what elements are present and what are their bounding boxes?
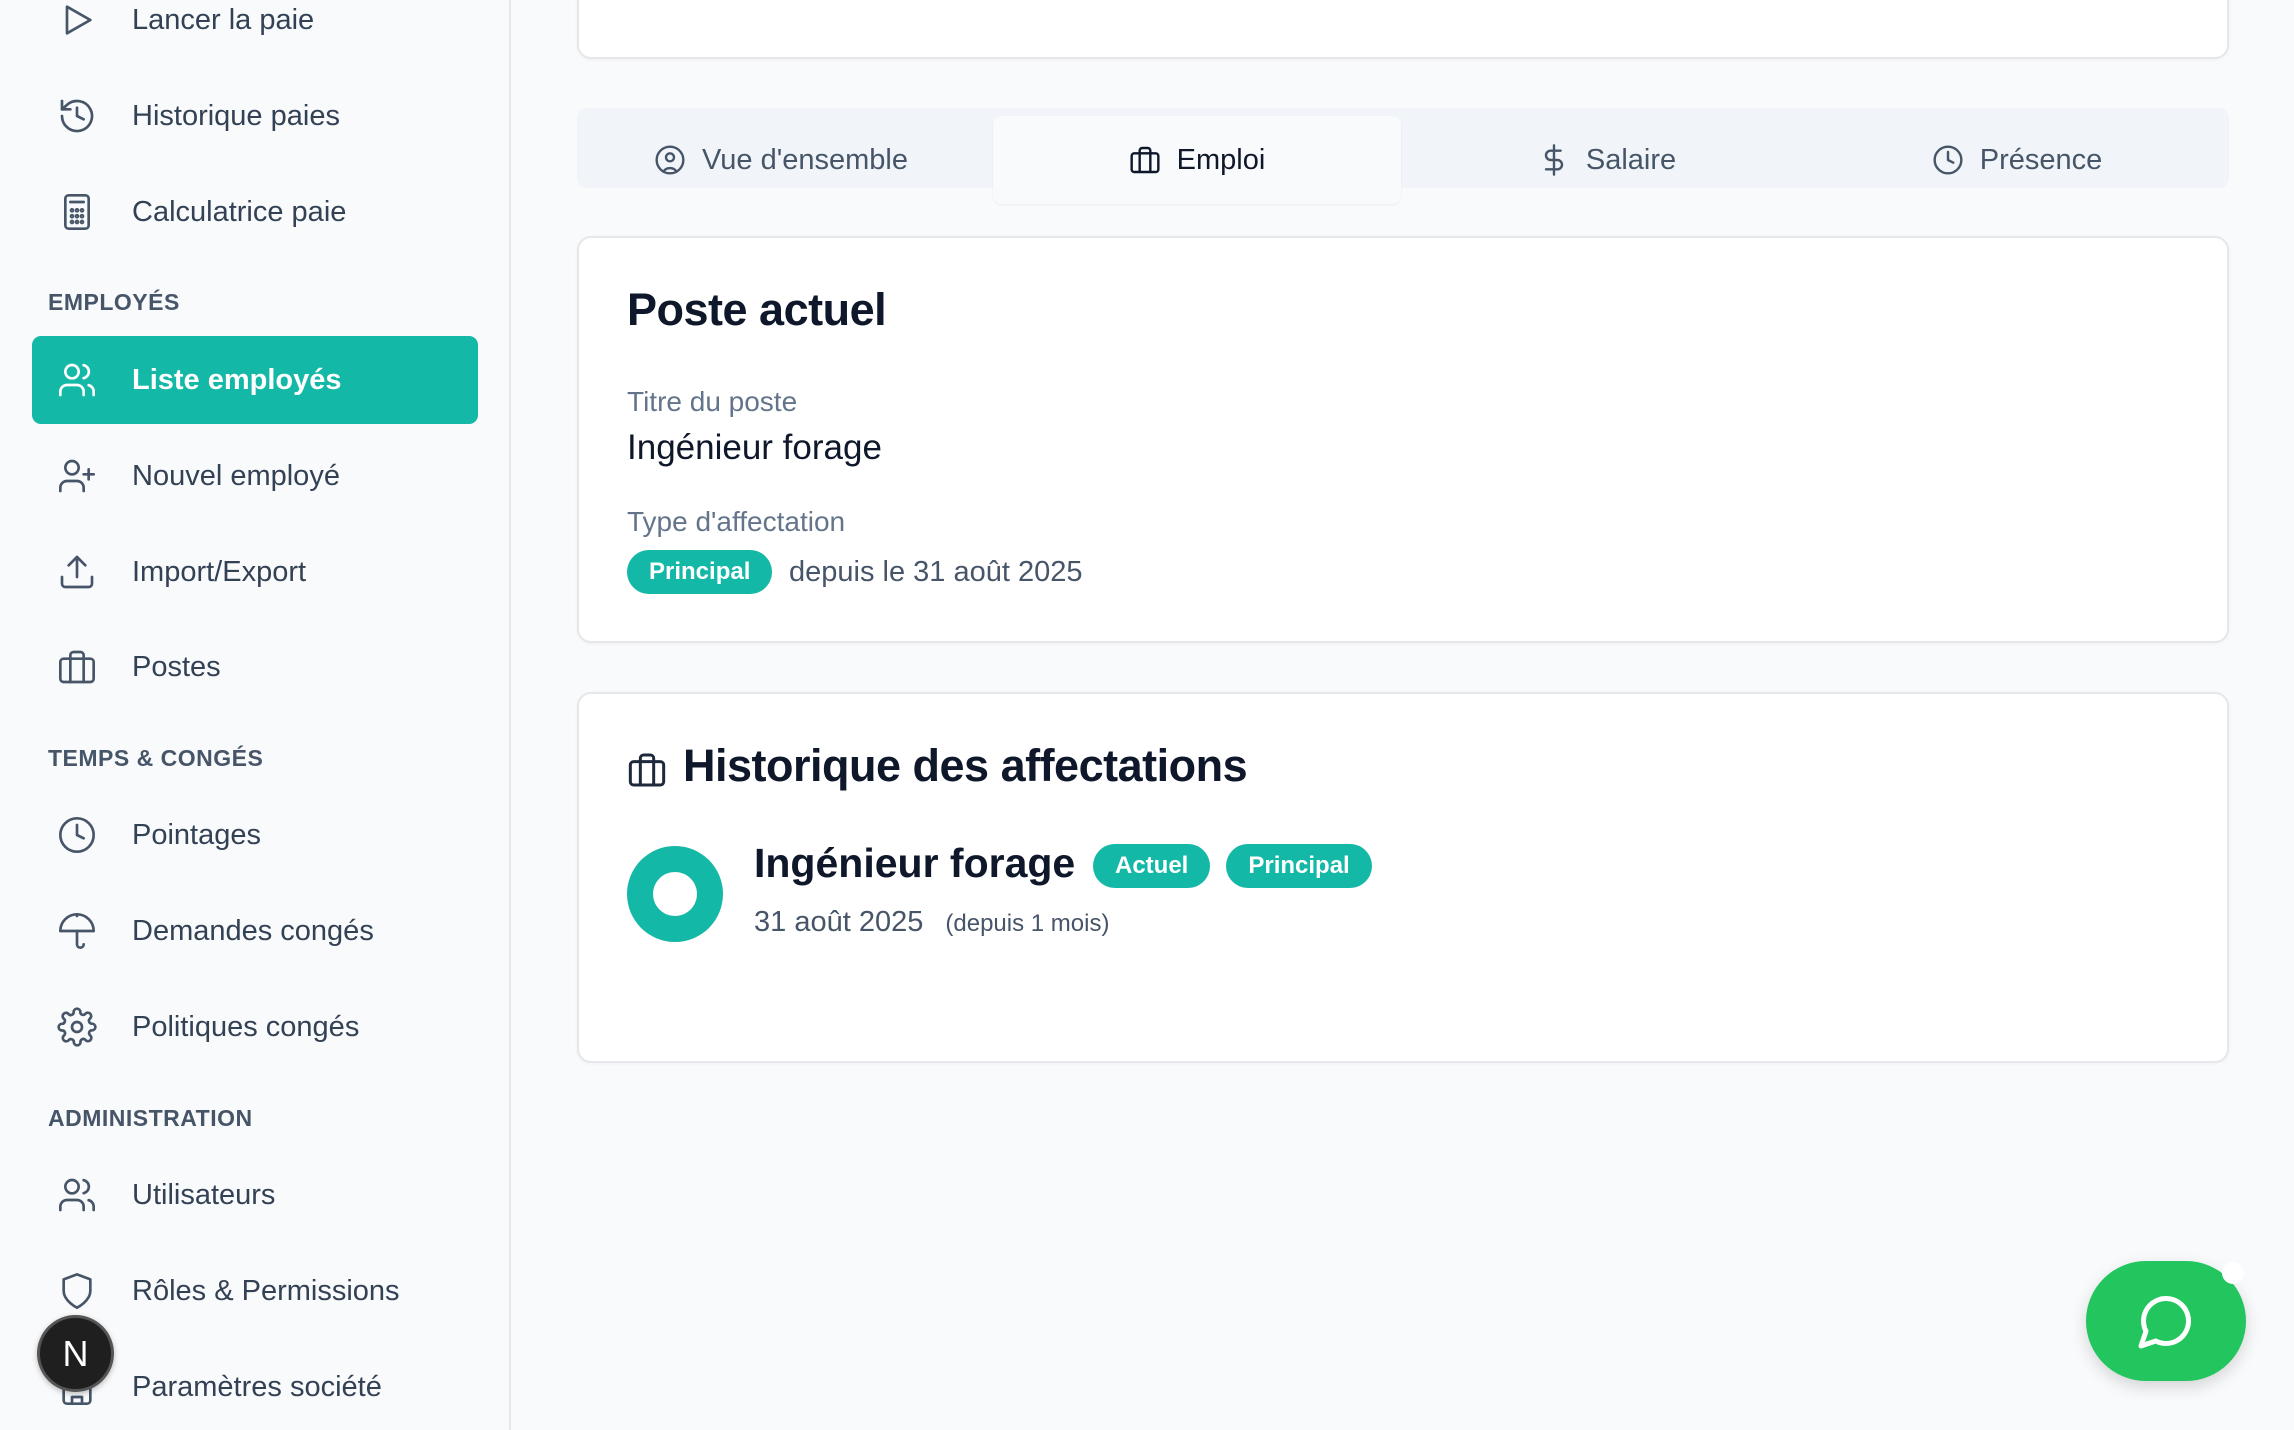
sidebar-item-run-payroll[interactable]: Lancer la paie	[32, 0, 478, 64]
sidebar-item-label: Lancer la paie	[132, 3, 315, 36]
clock-icon	[1933, 145, 1963, 175]
section-label-administration: ADMINISTRATION	[48, 1105, 253, 1131]
sidebar-item-label: Paramètres société	[132, 1370, 382, 1403]
assignment-type-row: Principal	[627, 550, 773, 594]
briefcase-icon	[628, 753, 666, 787]
section-label-time-leave: TEMPS & CONGÉS	[48, 745, 264, 771]
sidebar-item-import-export[interactable]: Import/Export	[32, 528, 478, 616]
timeline-dot	[627, 846, 723, 942]
tab-label: Emploi	[1176, 143, 1266, 176]
calculator-icon	[56, 191, 98, 233]
sidebar-item-label: Postes	[132, 650, 221, 683]
assignment-type-label: Type d'affectation	[627, 506, 846, 537]
users-icon	[56, 1174, 98, 1216]
current-badge: Actuel	[1093, 844, 1211, 888]
message-circle-icon	[2138, 1295, 2192, 1349]
users-icon	[56, 359, 98, 401]
tab-salary[interactable]: Salaire	[1403, 116, 1811, 204]
section-label-employees: EMPLOYÉS	[48, 289, 180, 315]
sidebar-item-label: Import/Export	[132, 555, 307, 588]
assignment-history-card: Historique des affectations Ingénieur fo…	[577, 692, 2229, 1063]
chat-button[interactable]	[2086, 1261, 2246, 1381]
sidebar: Lancer la paie Historique paies Calculat…	[0, 0, 511, 1430]
top-card	[577, 0, 2229, 59]
tab-label: Présence	[1979, 143, 2103, 176]
clock-icon	[56, 814, 98, 856]
entry-date-text: 31 août 2025	[754, 906, 924, 938]
tab-employment[interactable]: Emploi	[993, 116, 1401, 204]
sidebar-item-label: Rôles & Permissions	[132, 1274, 400, 1307]
sidebar-item-label: Liste employés	[132, 363, 342, 396]
tab-overview[interactable]: Vue d'ensemble	[577, 116, 985, 204]
user-plus-icon	[56, 455, 98, 497]
sidebar-item-roles-permissions[interactable]: Rôles & Permissions	[32, 1247, 478, 1335]
umbrella-icon	[56, 910, 98, 952]
sidebar-item-label: Utilisateurs	[132, 1178, 276, 1211]
sidebar-item-label: Nouvel employé	[132, 459, 340, 492]
sidebar-item-label: Historique paies	[132, 99, 340, 132]
history-entry-title: Ingénieur forage	[754, 840, 1076, 886]
sidebar-item-timesheets[interactable]: Pointages	[32, 791, 478, 879]
briefcase-icon	[1130, 146, 1160, 174]
briefcase-icon	[56, 646, 98, 688]
sidebar-item-positions[interactable]: Postes	[32, 623, 478, 711]
dev-tools-badge[interactable]: N	[37, 1315, 114, 1392]
assignment-type-badge: Principal	[627, 550, 773, 594]
tab-bar: Vue d'ensemble Emploi Salaire Présence	[577, 108, 2229, 204]
history-entry-date: 31 août 2025 (depuis 1 mois)	[754, 906, 1109, 939]
sidebar-item-payroll-history[interactable]: Historique paies	[32, 72, 478, 160]
sidebar-item-payroll-calculator[interactable]: Calculatrice paie	[32, 168, 478, 256]
sidebar-item-leave-policies[interactable]: Politiques congés	[32, 983, 478, 1071]
tab-label: Vue d'ensemble	[702, 143, 908, 176]
job-title-value: Ingénieur forage	[627, 428, 882, 467]
sidebar-item-employee-list[interactable]: Liste employés	[32, 336, 478, 424]
history-icon	[56, 95, 98, 137]
chat-indicator	[2222, 1262, 2244, 1284]
sidebar-item-new-employee[interactable]: Nouvel employé	[32, 432, 478, 520]
tab-label: Salaire	[1585, 143, 1677, 176]
shield-icon	[56, 1270, 98, 1312]
history-entry-badges: Actuel Principal	[1093, 844, 1372, 888]
entry-relative-time: (depuis 1 mois)	[945, 910, 1110, 937]
current-position-card: Poste actuel Titre du poste Ingénieur fo…	[577, 236, 2229, 643]
sidebar-item-label: Pointages	[132, 818, 261, 851]
play-icon	[56, 0, 98, 41]
dollar-icon	[1544, 144, 1563, 176]
upload-icon	[56, 551, 98, 593]
sidebar-item-label: Calculatrice paie	[132, 195, 347, 228]
principal-badge: Principal	[1226, 844, 1372, 888]
user-circle-icon	[655, 145, 685, 175]
sidebar-item-label: Demandes congés	[132, 914, 374, 947]
badge-letter: N	[62, 1332, 89, 1374]
sidebar-item-label: Politiques congés	[132, 1010, 360, 1043]
job-title-label: Titre du poste	[627, 386, 798, 417]
gear-icon	[56, 1006, 98, 1048]
assignment-since: depuis le 31 août 2025	[789, 556, 1083, 588]
card-title: Poste actuel	[627, 284, 887, 335]
card-title: Historique des affectations	[683, 740, 1248, 791]
sidebar-item-leave-requests[interactable]: Demandes congés	[32, 887, 478, 975]
sidebar-item-users[interactable]: Utilisateurs	[32, 1151, 478, 1239]
tab-attendance[interactable]: Présence	[1813, 116, 2221, 204]
